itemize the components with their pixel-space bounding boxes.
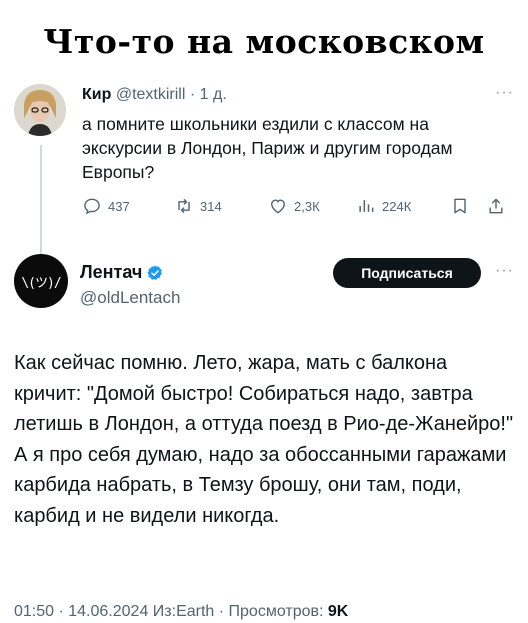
like-count: 2,3К (294, 198, 320, 214)
more-options-icon[interactable]: ··· (495, 84, 514, 102)
reply-icon (84, 198, 100, 215)
tweet1-author-handle[interactable]: @textkirill (116, 86, 186, 103)
tweet2-author[interactable]: Лентач (80, 262, 164, 283)
retweet-count: 314 (200, 198, 222, 214)
tweet2-text: Как сейчас помню. Лето, жара, мать с бал… (14, 352, 514, 527)
tweet2-meta-info: 01:50 · 14.06.2024 Из:Earth · Просмотров… (14, 603, 328, 620)
like-button[interactable]: 2,3К (268, 196, 320, 216)
tweet1-author-name[interactable]: Кир (82, 86, 111, 103)
thread-connector-line (40, 145, 42, 260)
verified-badge-icon (146, 264, 164, 282)
tweet2-meta: 01:50 · 14.06.2024 Из:Earth · Просмотров… (14, 603, 348, 621)
reply-button[interactable]: 437 (82, 196, 130, 216)
tweet1-text: а помните школьники ездили с классом на … (82, 114, 453, 182)
avatar-shrug-text: \(ツ)/ (21, 275, 61, 291)
bookmark-button[interactable] (450, 196, 470, 216)
share-button[interactable] (486, 196, 506, 216)
bookmark-icon (454, 198, 466, 214)
share-icon (489, 198, 503, 214)
views-count: 224К (382, 198, 412, 214)
separator-dot: · (189, 86, 196, 103)
views-icon (359, 200, 374, 212)
tweet1-timestamp[interactable]: 1 д. (200, 86, 227, 103)
avatar[interactable]: \(ツ)/ (14, 254, 68, 308)
views-button[interactable]: 224К (356, 196, 411, 216)
avatar[interactable] (14, 84, 66, 136)
user-avatar-icon (14, 84, 66, 136)
tweet2-views-count[interactable]: 9K (328, 603, 348, 620)
tweet2-author-handle[interactable]: @oldLentach (80, 288, 180, 308)
tweet1-header: Кир @textkirill · 1 д. (82, 86, 227, 104)
reply-count: 437 (108, 198, 130, 214)
retweet-button[interactable]: 314 (174, 196, 222, 216)
more-options-icon[interactable]: ··· (495, 262, 514, 280)
tweet1-action-bar: 437 314 2,3К 224К (82, 196, 512, 220)
like-icon (271, 199, 285, 214)
follow-button[interactable]: Подписаться (333, 258, 481, 288)
tweet2-author-name[interactable]: Лентач (80, 262, 142, 283)
retweet-icon (178, 198, 190, 214)
meme-title: Что-то на московском (43, 22, 485, 61)
